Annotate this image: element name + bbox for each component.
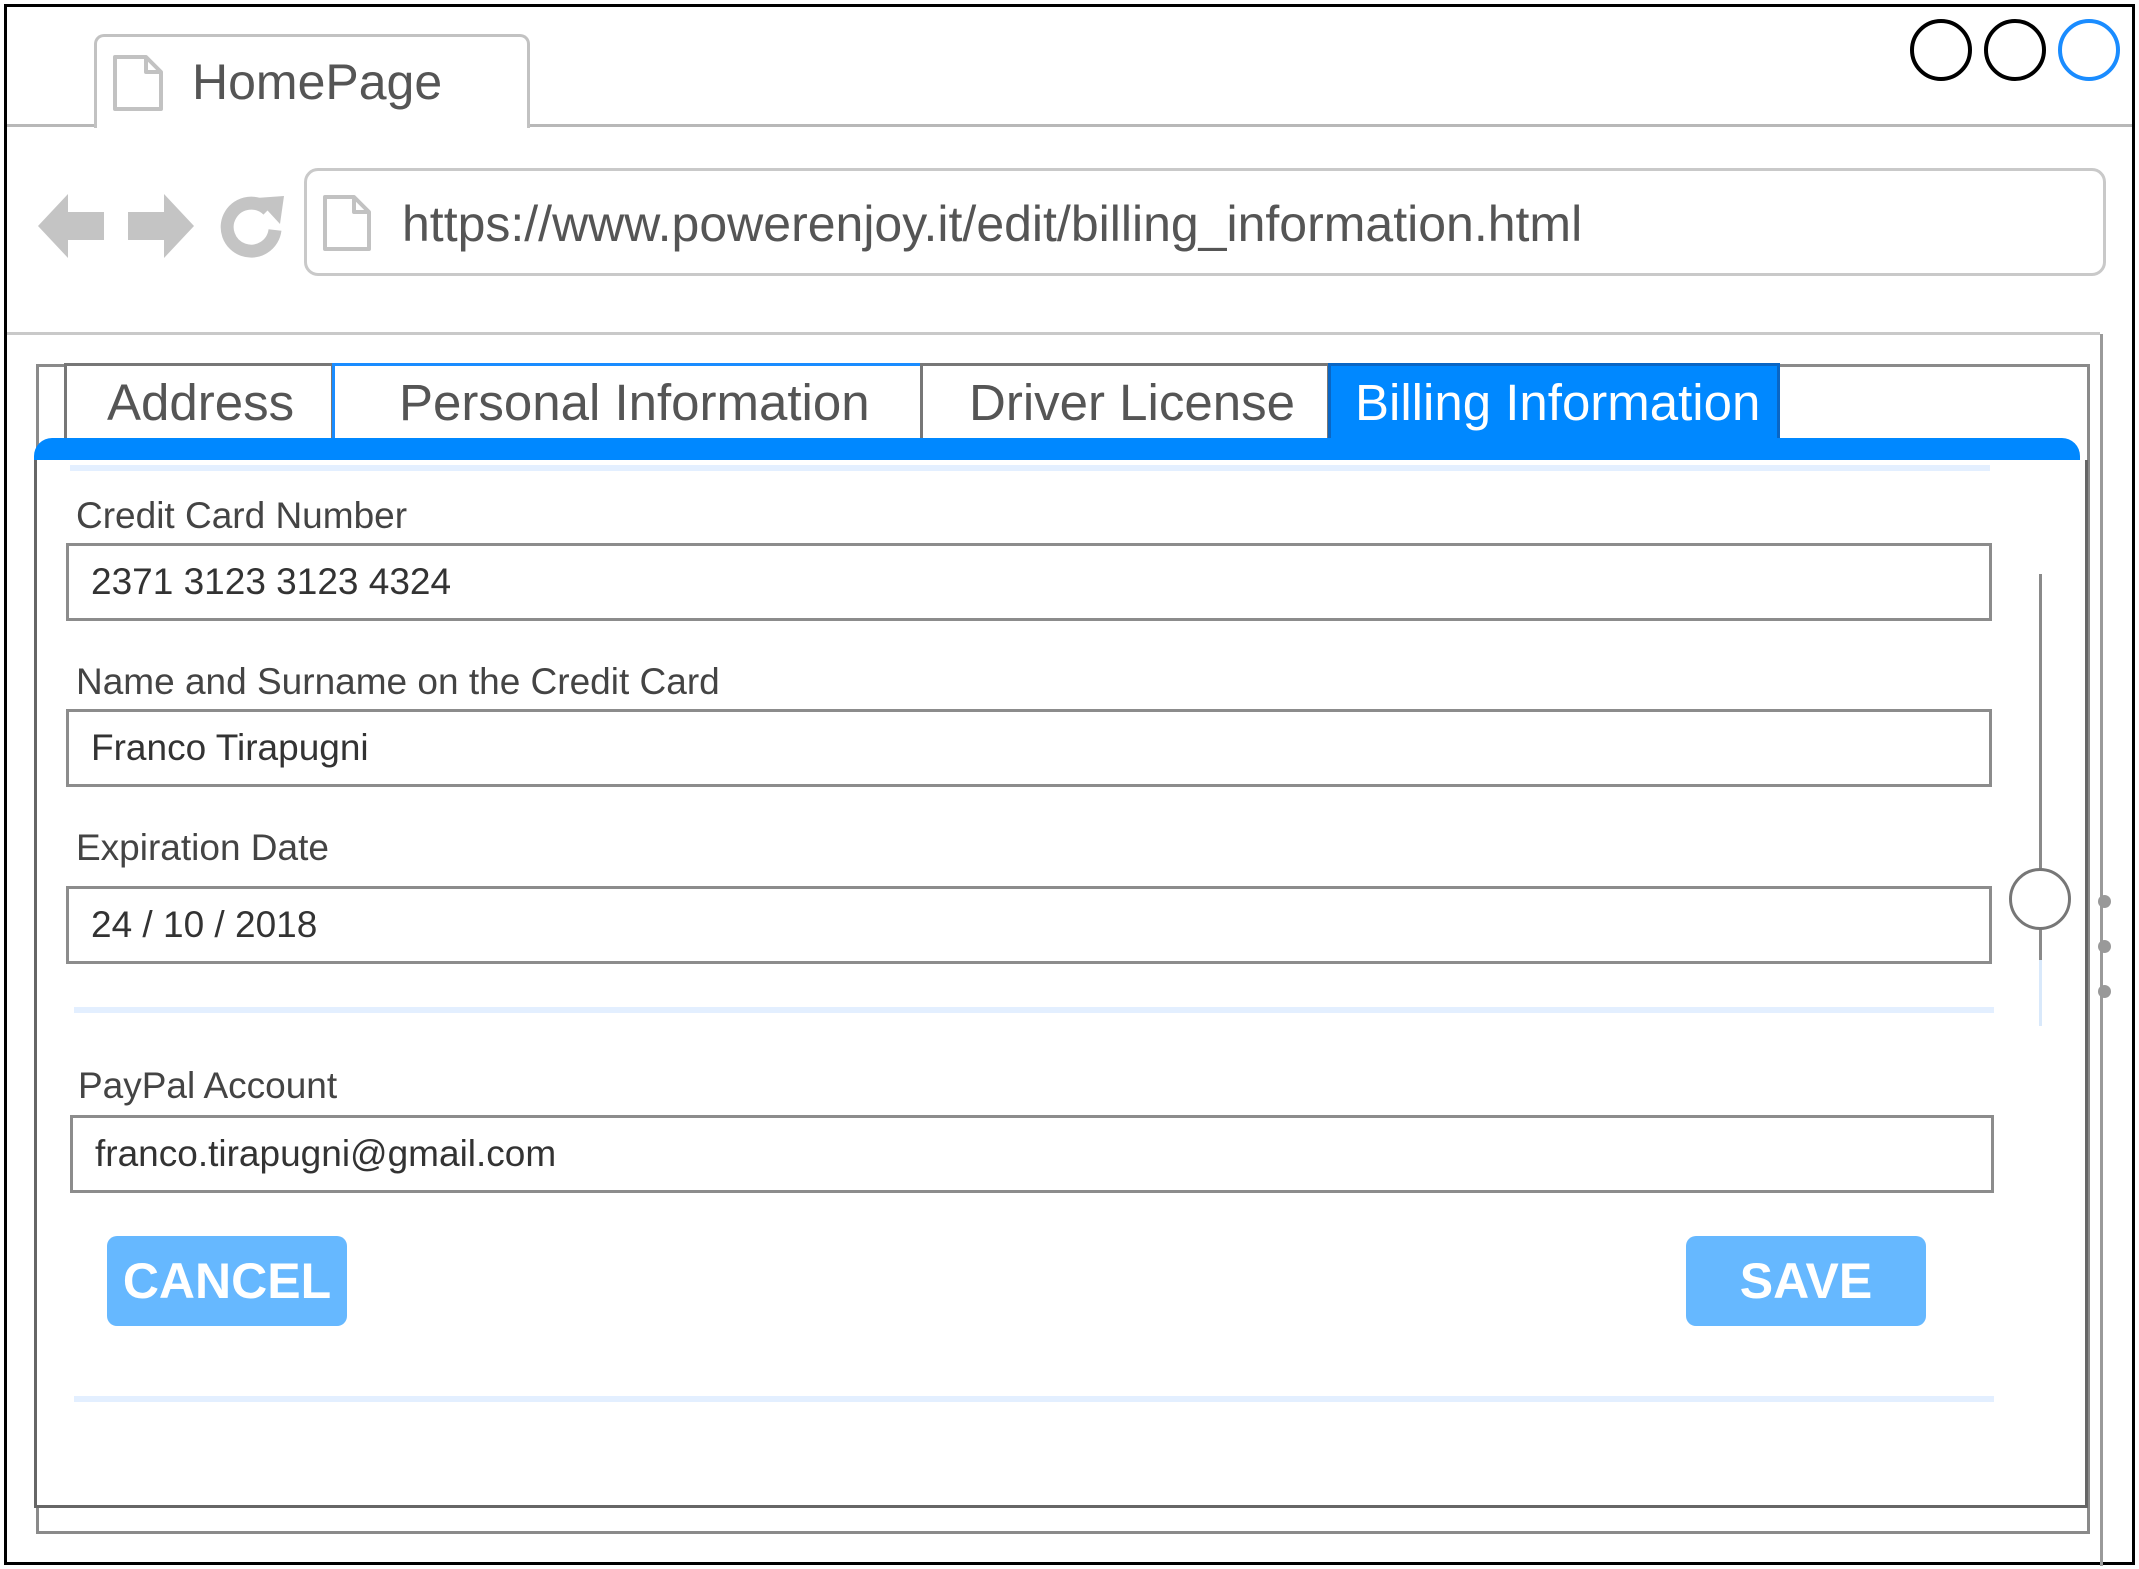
browser-tab-title: HomePage [192,54,443,110]
page-icon [322,194,372,252]
paypal-account-label: PayPal Account [78,1065,338,1106]
toolbar-divider [7,332,2100,335]
forward-arrow-icon[interactable] [126,190,196,262]
tab-driver-license[interactable]: Driver License [920,363,1330,443]
card-holder-input[interactable] [66,709,1992,787]
tab-billing-information[interactable]: Billing Information [1328,363,1780,443]
credit-card-number-input[interactable] [66,543,1992,621]
save-button[interactable]: SAVE [1686,1236,1926,1326]
form-scrollbar-track[interactable] [2039,574,2042,1026]
scroll-handle-dots-icon[interactable] [2098,895,2112,1005]
document-icon [112,54,164,112]
form-scrollbar-thumb[interactable] [2009,868,2071,931]
window-control-circle-accent[interactable] [2058,19,2120,81]
tab-personal-information[interactable]: Personal Information [332,363,923,443]
form-scrollbar-track-lower [2039,960,2042,1026]
expiration-date-input[interactable] [66,886,1992,964]
window-control-circle[interactable] [1910,19,1972,81]
section-divider [70,465,1990,471]
url-text: https://www.powerenjoy.it/edit/billing_i… [402,196,1583,252]
paypal-account-input[interactable] [70,1115,1994,1193]
card-holder-label: Name and Surname on the Credit Card [76,661,720,702]
back-arrow-icon[interactable] [36,190,106,262]
section-divider [74,1396,1994,1402]
window-control-circle[interactable] [1984,19,2046,81]
tab-address[interactable]: Address [64,363,334,443]
section-divider [74,1007,1994,1013]
cancel-button[interactable]: CANCEL [107,1236,347,1326]
reload-icon[interactable] [216,190,286,262]
credit-card-number-label: Credit Card Number [76,495,408,536]
expiration-date-label: Expiration Date [76,827,329,868]
